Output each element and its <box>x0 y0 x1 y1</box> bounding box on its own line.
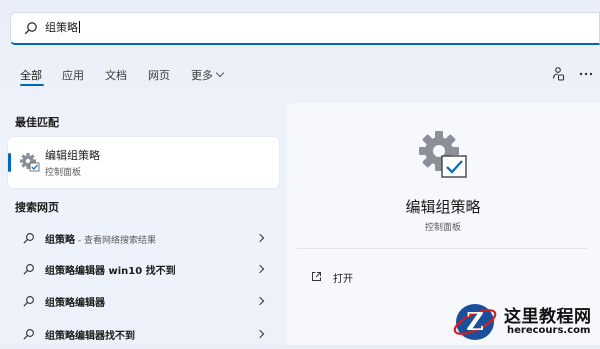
chevron-right-icon <box>255 264 265 274</box>
search-icon <box>23 296 34 307</box>
web-result-row[interactable]: 组策略编辑器 <box>8 286 279 316</box>
tab-all[interactable]: 全部 <box>20 67 44 86</box>
tab-web[interactable]: 网页 <box>148 67 170 83</box>
logo-letter: Z <box>466 307 484 336</box>
web-result-query: 组策略编辑器 win10 找不到 <box>45 266 176 277</box>
search-input-value: 组策略 <box>45 21 78 34</box>
active-tab-indicator <box>20 84 44 86</box>
open-external-icon <box>312 272 321 281</box>
web-search-heading: 搜索网页 <box>15 201 59 214</box>
chevron-right-icon <box>255 233 265 243</box>
divider <box>297 248 587 249</box>
open-label: 打开 <box>333 274 353 285</box>
web-result-suffix: - 查看网络搜索结果 <box>75 236 156 246</box>
web-result-row[interactable]: 组策略 - 查看网络搜索结果 <box>8 223 279 253</box>
search-icon <box>23 329 34 340</box>
search-icon <box>24 22 37 35</box>
web-result-query: 组策略编辑器找不到 <box>45 331 135 342</box>
best-match-heading: 最佳匹配 <box>15 116 59 129</box>
chevron-right-icon <box>255 296 265 306</box>
best-match-title: 编辑组策略 <box>45 149 100 162</box>
search-box[interactable]: 组策略 <box>10 12 600 45</box>
control-panel-settings-icon <box>419 131 467 178</box>
web-result-text: 组策略编辑器 <box>45 294 105 309</box>
site-logo-icon: Z <box>453 304 497 340</box>
web-result-row[interactable]: 组策略编辑器 win10 找不到 <box>8 254 279 284</box>
tab-label: 应用 <box>62 69 84 82</box>
tab-apps[interactable]: 应用 <box>62 67 84 83</box>
tab-label: 文档 <box>105 69 127 82</box>
chevron-right-icon <box>255 329 265 339</box>
preview-title: 编辑组策略 <box>405 198 481 216</box>
best-match-subtitle: 控制面板 <box>45 168 82 178</box>
chevron-down-icon <box>215 68 225 78</box>
tab-documents[interactable]: 文档 <box>105 67 127 83</box>
search-input[interactable]: 组策略 <box>45 21 80 35</box>
watermark-site-name: 这里教程网 <box>504 307 592 327</box>
tab-label: 网页 <box>148 69 170 82</box>
web-result-text: 组策略编辑器 win10 找不到 <box>45 262 176 277</box>
search-icon <box>23 233 34 244</box>
watermark-site-url: herecours.com <box>507 325 591 336</box>
tab-label: 全部 <box>20 69 42 82</box>
preview-subtitle: 控制面板 <box>424 223 461 233</box>
more-dots-icon[interactable] <box>578 66 594 82</box>
tab-more[interactable]: 更多 <box>191 67 225 83</box>
web-result-query: 组策略编辑器 <box>45 298 105 309</box>
web-result-text: 组策略 - 查看网络搜索结果 <box>45 231 156 246</box>
control-panel-settings-icon <box>20 153 40 172</box>
web-result-text: 组策略编辑器找不到 <box>45 327 135 342</box>
tab-label: 更多 <box>191 69 213 82</box>
watermark: Z 这里教程网 herecours.com <box>452 298 600 345</box>
text-caret <box>79 21 80 33</box>
web-result-query: 组策略 <box>45 235 75 246</box>
selection-indicator <box>8 153 11 172</box>
search-icon <box>23 264 34 275</box>
best-match-item[interactable]: 编辑组策略 控制面板 <box>8 137 279 188</box>
account-share-icon[interactable] <box>550 66 566 82</box>
